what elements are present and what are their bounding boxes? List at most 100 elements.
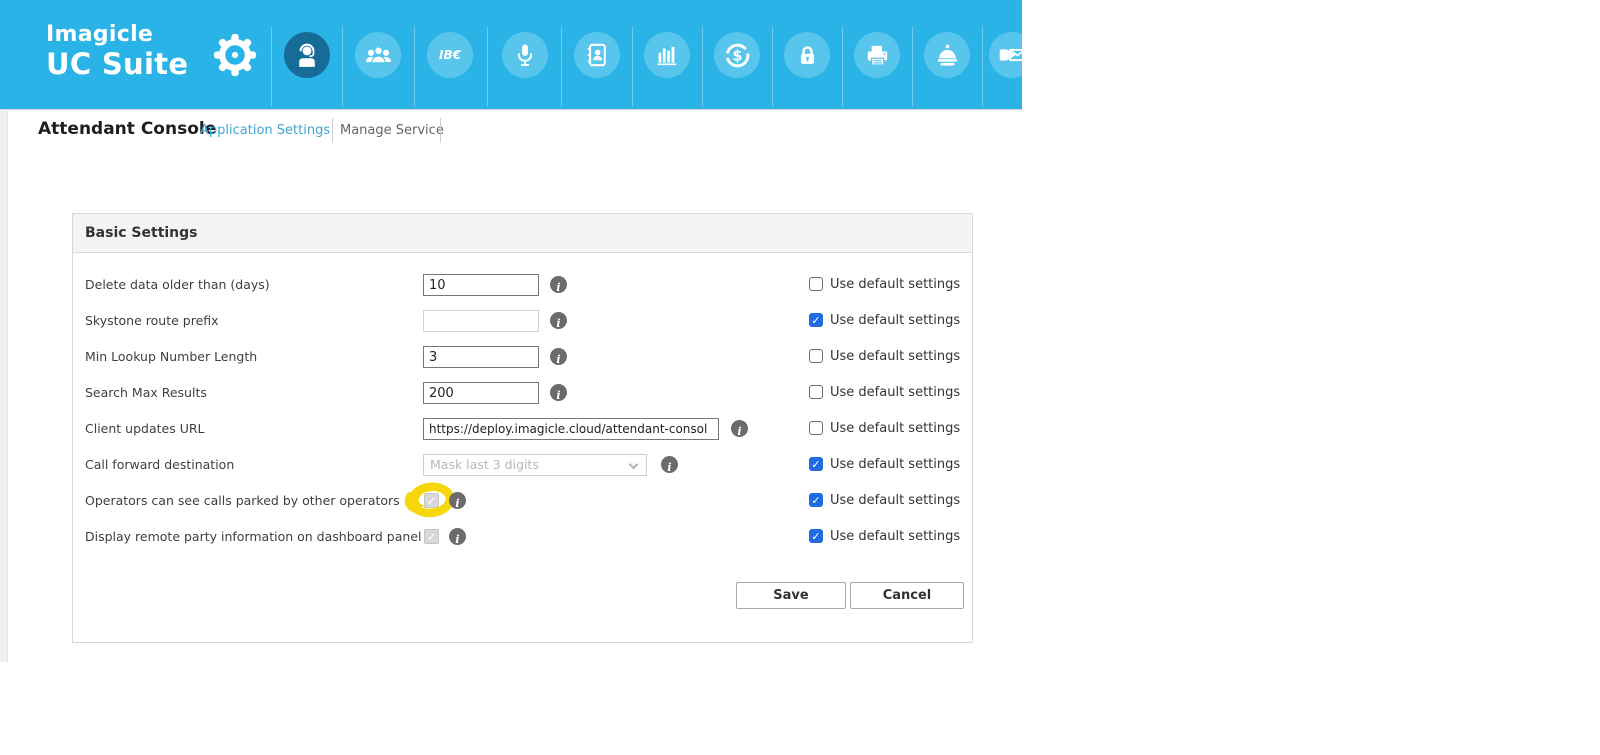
- client-updates-url-input[interactable]: [423, 418, 719, 440]
- field-label: Min Lookup Number Length: [85, 339, 257, 375]
- imagicle-logo[interactable]: Imagicle UC Suite: [46, 22, 188, 81]
- min-lookup-input[interactable]: [423, 346, 539, 368]
- info-icon[interactable]: [661, 456, 678, 473]
- header-divider: [702, 27, 703, 107]
- use-default-checkbox[interactable]: [809, 457, 823, 471]
- tab-application-settings[interactable]: Application Settings: [200, 123, 330, 138]
- app-header: Imagicle UC Suite: [0, 0, 1022, 110]
- lock-icon[interactable]: [784, 32, 830, 78]
- tab-divider: [440, 118, 441, 143]
- parked-calls-checkbox: [424, 493, 439, 508]
- save-button[interactable]: Save: [736, 582, 846, 609]
- lock-glyph: [795, 43, 820, 68]
- panel-title: Basic Settings: [73, 214, 972, 253]
- row-delete-data-older: Delete data older than (days) Use defaul…: [73, 267, 972, 303]
- row-min-lookup-length: Min Lookup Number Length Use default set…: [73, 339, 972, 375]
- people-group-glyph: [365, 43, 392, 68]
- header-divider: [632, 27, 633, 107]
- row-skystone-prefix: Skystone route prefix Use default settin…: [73, 303, 972, 339]
- info-icon[interactable]: [550, 312, 567, 329]
- microphone-glyph: [512, 42, 538, 68]
- envelope-play-glyph: [998, 41, 1022, 69]
- use-default-label: Use default settings: [830, 519, 960, 555]
- contacts-book-icon[interactable]: [574, 32, 620, 78]
- info-icon[interactable]: [731, 420, 748, 437]
- row-display-remote-party: Display remote party information on dash…: [73, 519, 972, 555]
- header-divider: [912, 27, 913, 107]
- agent-headset-glyph: [294, 42, 320, 68]
- page: Imagicle UC Suite: [0, 0, 1600, 755]
- bar-chart-icon[interactable]: [644, 32, 690, 78]
- page-title: Attendant Console: [38, 119, 216, 139]
- use-default-label: Use default settings: [830, 375, 960, 411]
- header-divider: [487, 27, 488, 107]
- chevron-down-icon: [629, 460, 639, 470]
- dollar-icon[interactable]: $: [714, 32, 760, 78]
- gear-icon[interactable]: [213, 33, 257, 77]
- field-label: Delete data older than (days): [85, 267, 270, 303]
- left-gutter: [0, 111, 8, 662]
- use-default-label: Use default settings: [830, 447, 960, 483]
- field-label: Search Max Results: [85, 375, 207, 411]
- use-default-checkbox[interactable]: [809, 529, 823, 543]
- header-divider: [271, 27, 272, 107]
- field-label: Operators can see calls parked by other …: [85, 483, 400, 519]
- contacts-book-glyph: [584, 42, 610, 68]
- module-nav: Attendant Console Application Settings M…: [0, 116, 1600, 148]
- bell-icon[interactable]: [924, 32, 970, 78]
- remote-party-checkbox: [424, 529, 439, 544]
- fax-icon[interactable]: [854, 32, 900, 78]
- header-divider: [561, 27, 562, 107]
- field-label: Client updates URL: [85, 411, 205, 447]
- agent-headset-icon[interactable]: [284, 32, 330, 78]
- fax-glyph: [864, 42, 891, 69]
- tab-divider: [332, 118, 333, 143]
- info-icon[interactable]: [550, 276, 567, 293]
- use-default-checkbox[interactable]: [809, 385, 823, 399]
- row-client-updates-url: Client updates URL Use default settings: [73, 411, 972, 447]
- header-divider: [772, 27, 773, 107]
- row-operators-see-parked-calls: Operators can see calls parked by other …: [73, 483, 972, 519]
- logo-line1: Imagicle: [46, 22, 188, 48]
- info-icon[interactable]: [449, 492, 466, 509]
- field-label: Call forward destination: [85, 447, 234, 483]
- info-icon[interactable]: [550, 384, 567, 401]
- people-group-icon[interactable]: [355, 32, 401, 78]
- delete-days-input[interactable]: [423, 274, 539, 296]
- use-default-label: Use default settings: [830, 339, 960, 375]
- call-forward-selected-value: Mask last 3 digits: [430, 457, 539, 472]
- info-icon[interactable]: [550, 348, 567, 365]
- use-default-checkbox[interactable]: [809, 349, 823, 363]
- svg-text:$: $: [732, 47, 742, 64]
- use-default-label: Use default settings: [830, 267, 960, 303]
- use-default-label: Use default settings: [830, 483, 960, 519]
- row-search-max-results: Search Max Results Use default settings: [73, 375, 972, 411]
- dollar-glyph: $: [724, 42, 751, 69]
- use-default-checkbox[interactable]: [809, 421, 823, 435]
- cancel-button[interactable]: Cancel: [850, 582, 964, 609]
- basic-settings-panel: Basic Settings Delete data older than (d…: [72, 213, 973, 643]
- use-default-label: Use default settings: [830, 411, 960, 447]
- tab-manage-service[interactable]: Manage Service: [340, 123, 444, 138]
- skystone-prefix-input: [423, 310, 539, 332]
- ibc-text-icon[interactable]: IB€: [427, 32, 473, 78]
- logo-line2: UC Suite: [46, 48, 188, 81]
- use-default-checkbox[interactable]: [809, 277, 823, 291]
- use-default-label: Use default settings: [830, 303, 960, 339]
- search-max-input[interactable]: [423, 382, 539, 404]
- field-label: Skystone route prefix: [85, 303, 219, 339]
- row-call-forward-destination: Call forward destination Mask last 3 dig…: [73, 447, 972, 483]
- bell-glyph: [934, 42, 961, 69]
- info-icon[interactable]: [449, 528, 466, 545]
- header-divider: [342, 27, 343, 107]
- header-divider: [414, 27, 415, 107]
- ibc-text: IB€: [439, 48, 461, 62]
- use-default-checkbox[interactable]: [809, 313, 823, 327]
- use-default-checkbox[interactable]: [809, 493, 823, 507]
- microphone-icon[interactable]: [502, 32, 548, 78]
- call-forward-select: Mask last 3 digits: [423, 454, 647, 476]
- header-divider: [982, 27, 983, 107]
- header-divider: [842, 27, 843, 107]
- envelope-play-icon[interactable]: [989, 32, 1022, 78]
- field-label: Display remote party information on dash…: [85, 519, 421, 555]
